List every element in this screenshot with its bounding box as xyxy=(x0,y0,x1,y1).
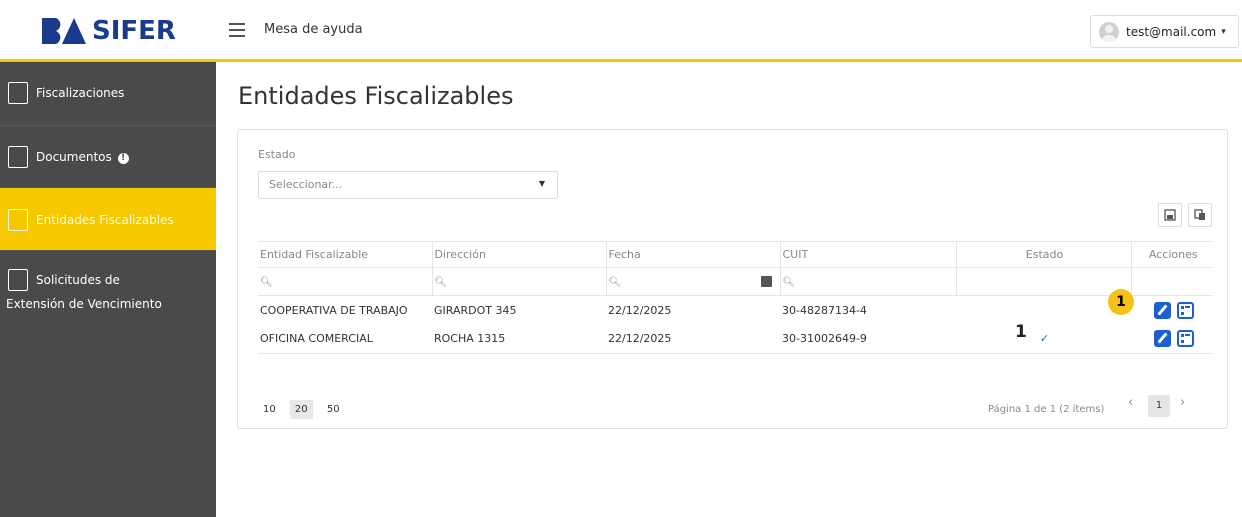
annotation-marker-yellow: 1 xyxy=(1108,289,1134,315)
topbar-title[interactable]: Mesa de ayuda xyxy=(264,22,363,37)
page-title: Entidades Fiscalizables xyxy=(238,82,514,110)
top-bar: SIFER Mesa de ayuda test@mail.com ▾ xyxy=(0,0,1242,62)
copy-icon xyxy=(1194,209,1205,220)
logo-mark-icon xyxy=(40,16,88,46)
column-header-acciones: Acciones xyxy=(1131,241,1213,268)
chevron-down-icon: ▼ xyxy=(538,179,545,188)
sidebar-item-label-line2: Extensión de Vencimiento xyxy=(6,297,162,311)
estado-filter-label: Estado xyxy=(258,148,296,161)
edit-icon[interactable] xyxy=(1154,301,1172,319)
search-icon: 🔍︎ xyxy=(260,277,273,288)
entities-card: Estado Seleccionar... ▼ Entidad Fiscaliz… xyxy=(237,129,1228,429)
filter-fecha-input[interactable]: 🔍︎ xyxy=(606,267,781,296)
cell-entidad: OFICINA COMERCIAL xyxy=(258,324,432,354)
sidebar-item-solicitudes[interactable]: Solicitudes de Extensión de Vencimiento xyxy=(0,251,216,325)
pager-info: Página 1 de 1 (2 ítems) xyxy=(988,404,1105,415)
search-icon: 🔍︎ xyxy=(782,277,796,288)
search-icon: 🔍︎ xyxy=(434,277,448,288)
cell-direccion: GIRARDOT 345 xyxy=(434,303,517,317)
cell-estado xyxy=(956,296,1131,325)
logo[interactable]: SIFER xyxy=(0,0,216,62)
calendar-clock-icon xyxy=(8,269,28,291)
cell-estado-check-icon: ✓ xyxy=(956,324,1131,354)
filter-acciones-cell xyxy=(1131,267,1213,296)
next-page-icon[interactable]: › xyxy=(1180,395,1185,410)
building-icon xyxy=(8,209,28,231)
sidebar-item-label: Documentos xyxy=(36,150,112,164)
prev-page-icon[interactable]: ‹ xyxy=(1128,395,1133,410)
sidebar: Fiscalizaciones Documentos ! Entidades F… xyxy=(0,62,216,517)
column-header-fecha[interactable]: Fecha xyxy=(606,241,781,268)
search-icon: 🔍︎ xyxy=(608,277,622,288)
cell-entidad: COOPERATIVA DE TRABAJO xyxy=(260,303,408,317)
entities-table: Entidad Fiscalizable Dirección Fecha CUI… xyxy=(258,241,1213,354)
export-button[interactable] xyxy=(1158,203,1182,227)
cell-direccion: ROCHA 1315 xyxy=(432,324,606,354)
sidebar-item-entidades[interactable]: Entidades Fiscalizables xyxy=(0,188,216,251)
info-badge-icon: ! xyxy=(117,153,129,164)
logo-text: SIFER xyxy=(92,16,176,46)
filter-entidad-input[interactable]: 🔍︎ xyxy=(258,267,433,296)
cell-fecha: 22/12/2025 xyxy=(608,303,672,317)
estado-select-placeholder: Seleccionar... xyxy=(269,178,343,191)
calendar-icon[interactable] xyxy=(760,276,772,287)
page-size-option[interactable]: 10 xyxy=(258,400,281,419)
table-row[interactable]: COOPERATIVA DE TRABAJO GIRARDOT 345 22/1… xyxy=(258,296,1213,325)
chevron-down-icon: ▾ xyxy=(1221,26,1226,37)
user-email: test@mail.com xyxy=(1126,24,1217,39)
column-header-estado[interactable]: Estado xyxy=(956,241,1132,268)
table-row[interactable]: OFICINA COMERCIAL ROCHA 1315 22/12/2025 … xyxy=(258,324,1213,354)
page-size-option[interactable]: 50 xyxy=(322,400,345,419)
column-header-cuit[interactable]: CUIT xyxy=(780,241,957,268)
sidebar-item-documentos[interactable]: Documentos ! xyxy=(0,126,216,188)
edit-icon[interactable] xyxy=(1154,330,1172,348)
audit-document-icon xyxy=(8,82,28,104)
cell-fecha: 22/12/2025 xyxy=(606,324,780,354)
avatar xyxy=(1099,21,1119,42)
cell-cuit: 30-31002649-9 xyxy=(780,324,956,354)
filter-direccion-input[interactable]: 🔍︎ xyxy=(432,267,607,296)
column-header-direccion[interactable]: Dirección xyxy=(432,241,607,268)
column-header-entidad[interactable]: Entidad Fiscalizable xyxy=(258,241,433,268)
filter-estado-cell[interactable] xyxy=(956,267,1132,296)
page-size-selector: 10 20 50 xyxy=(258,400,351,419)
sidebar-item-fiscalizaciones[interactable]: Fiscalizaciones xyxy=(0,62,216,126)
filter-row: 🔍︎ 🔍︎ 🔍︎ 🔍︎ xyxy=(258,267,1213,296)
copy-button[interactable] xyxy=(1188,203,1212,227)
list-details-icon[interactable] xyxy=(1176,301,1194,319)
annotation-marker-plain: 1 xyxy=(1015,322,1027,342)
cell-acciones xyxy=(1131,296,1213,325)
filter-cuit-input[interactable]: 🔍︎ xyxy=(780,267,957,296)
user-menu[interactable]: test@mail.com ▾ xyxy=(1090,15,1239,48)
save-icon xyxy=(1164,209,1176,221)
sidebar-item-label-line1: Solicitudes de xyxy=(36,273,120,287)
document-icon xyxy=(8,146,28,168)
hamburger-icon[interactable] xyxy=(229,23,245,37)
page-size-option-active[interactable]: 20 xyxy=(289,400,313,419)
sidebar-item-label: Fiscalizaciones xyxy=(36,86,125,100)
sidebar-item-label: Entidades Fiscalizables xyxy=(36,213,174,227)
cell-cuit: 30-48287134-4 xyxy=(782,303,867,317)
estado-select[interactable]: Seleccionar... ▼ xyxy=(258,171,558,199)
cell-acciones xyxy=(1131,324,1213,354)
page-number-button[interactable]: 1 xyxy=(1148,395,1170,417)
list-details-icon[interactable] xyxy=(1176,330,1194,348)
